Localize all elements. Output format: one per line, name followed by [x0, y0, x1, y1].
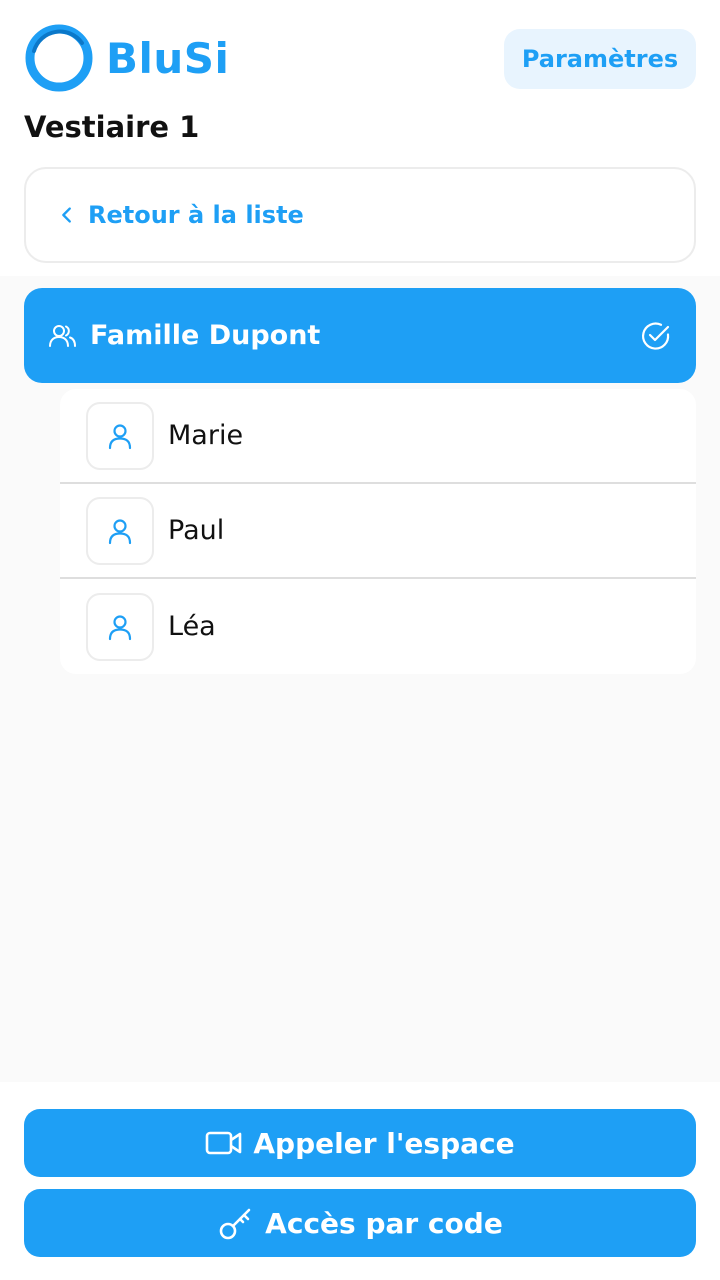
call-space-label: Appeler l'espace — [253, 1126, 515, 1160]
access-code-button[interactable]: Accès par code — [24, 1189, 696, 1257]
users-icon — [49, 324, 76, 347]
family-name: Famille Dupont — [90, 320, 321, 351]
member-name: Léa — [168, 611, 216, 642]
family-group-header[interactable]: Famille Dupont — [24, 288, 696, 383]
page-title: Vestiaire 1 — [24, 110, 200, 144]
member-list: Marie Paul Léa — [60, 389, 696, 674]
content-area: Famille Dupont Marie Paul Léa — [0, 276, 720, 1082]
member-item-marie[interactable]: Marie — [60, 389, 696, 484]
app-header: BluSi Paramètres — [0, 0, 720, 110]
user-icon — [108, 614, 132, 640]
app-name: BluSi — [106, 33, 230, 83]
avatar — [86, 496, 154, 565]
avatar — [86, 592, 154, 661]
member-name: Marie — [168, 420, 244, 451]
settings-button[interactable]: Paramètres — [504, 29, 696, 89]
call-space-button[interactable]: Appeler l'espace — [24, 1109, 696, 1177]
app-logo: BluSi — [24, 23, 229, 93]
avatar — [86, 401, 154, 470]
member-item-paul[interactable]: Paul — [60, 484, 696, 579]
video-camera-icon — [206, 1131, 242, 1155]
member-item-lea[interactable]: Léa — [60, 579, 696, 674]
key-icon — [219, 1208, 251, 1240]
member-name: Paul — [168, 515, 225, 546]
user-icon — [108, 518, 132, 544]
back-to-list-button[interactable]: Retour à la liste — [24, 167, 696, 263]
check-circle-icon — [642, 321, 670, 350]
back-label: Retour à la liste — [88, 201, 304, 229]
access-code-label: Accès par code — [265, 1206, 503, 1240]
logo-icon — [25, 24, 93, 92]
chevron-left-icon — [62, 207, 71, 223]
user-icon — [108, 423, 132, 449]
